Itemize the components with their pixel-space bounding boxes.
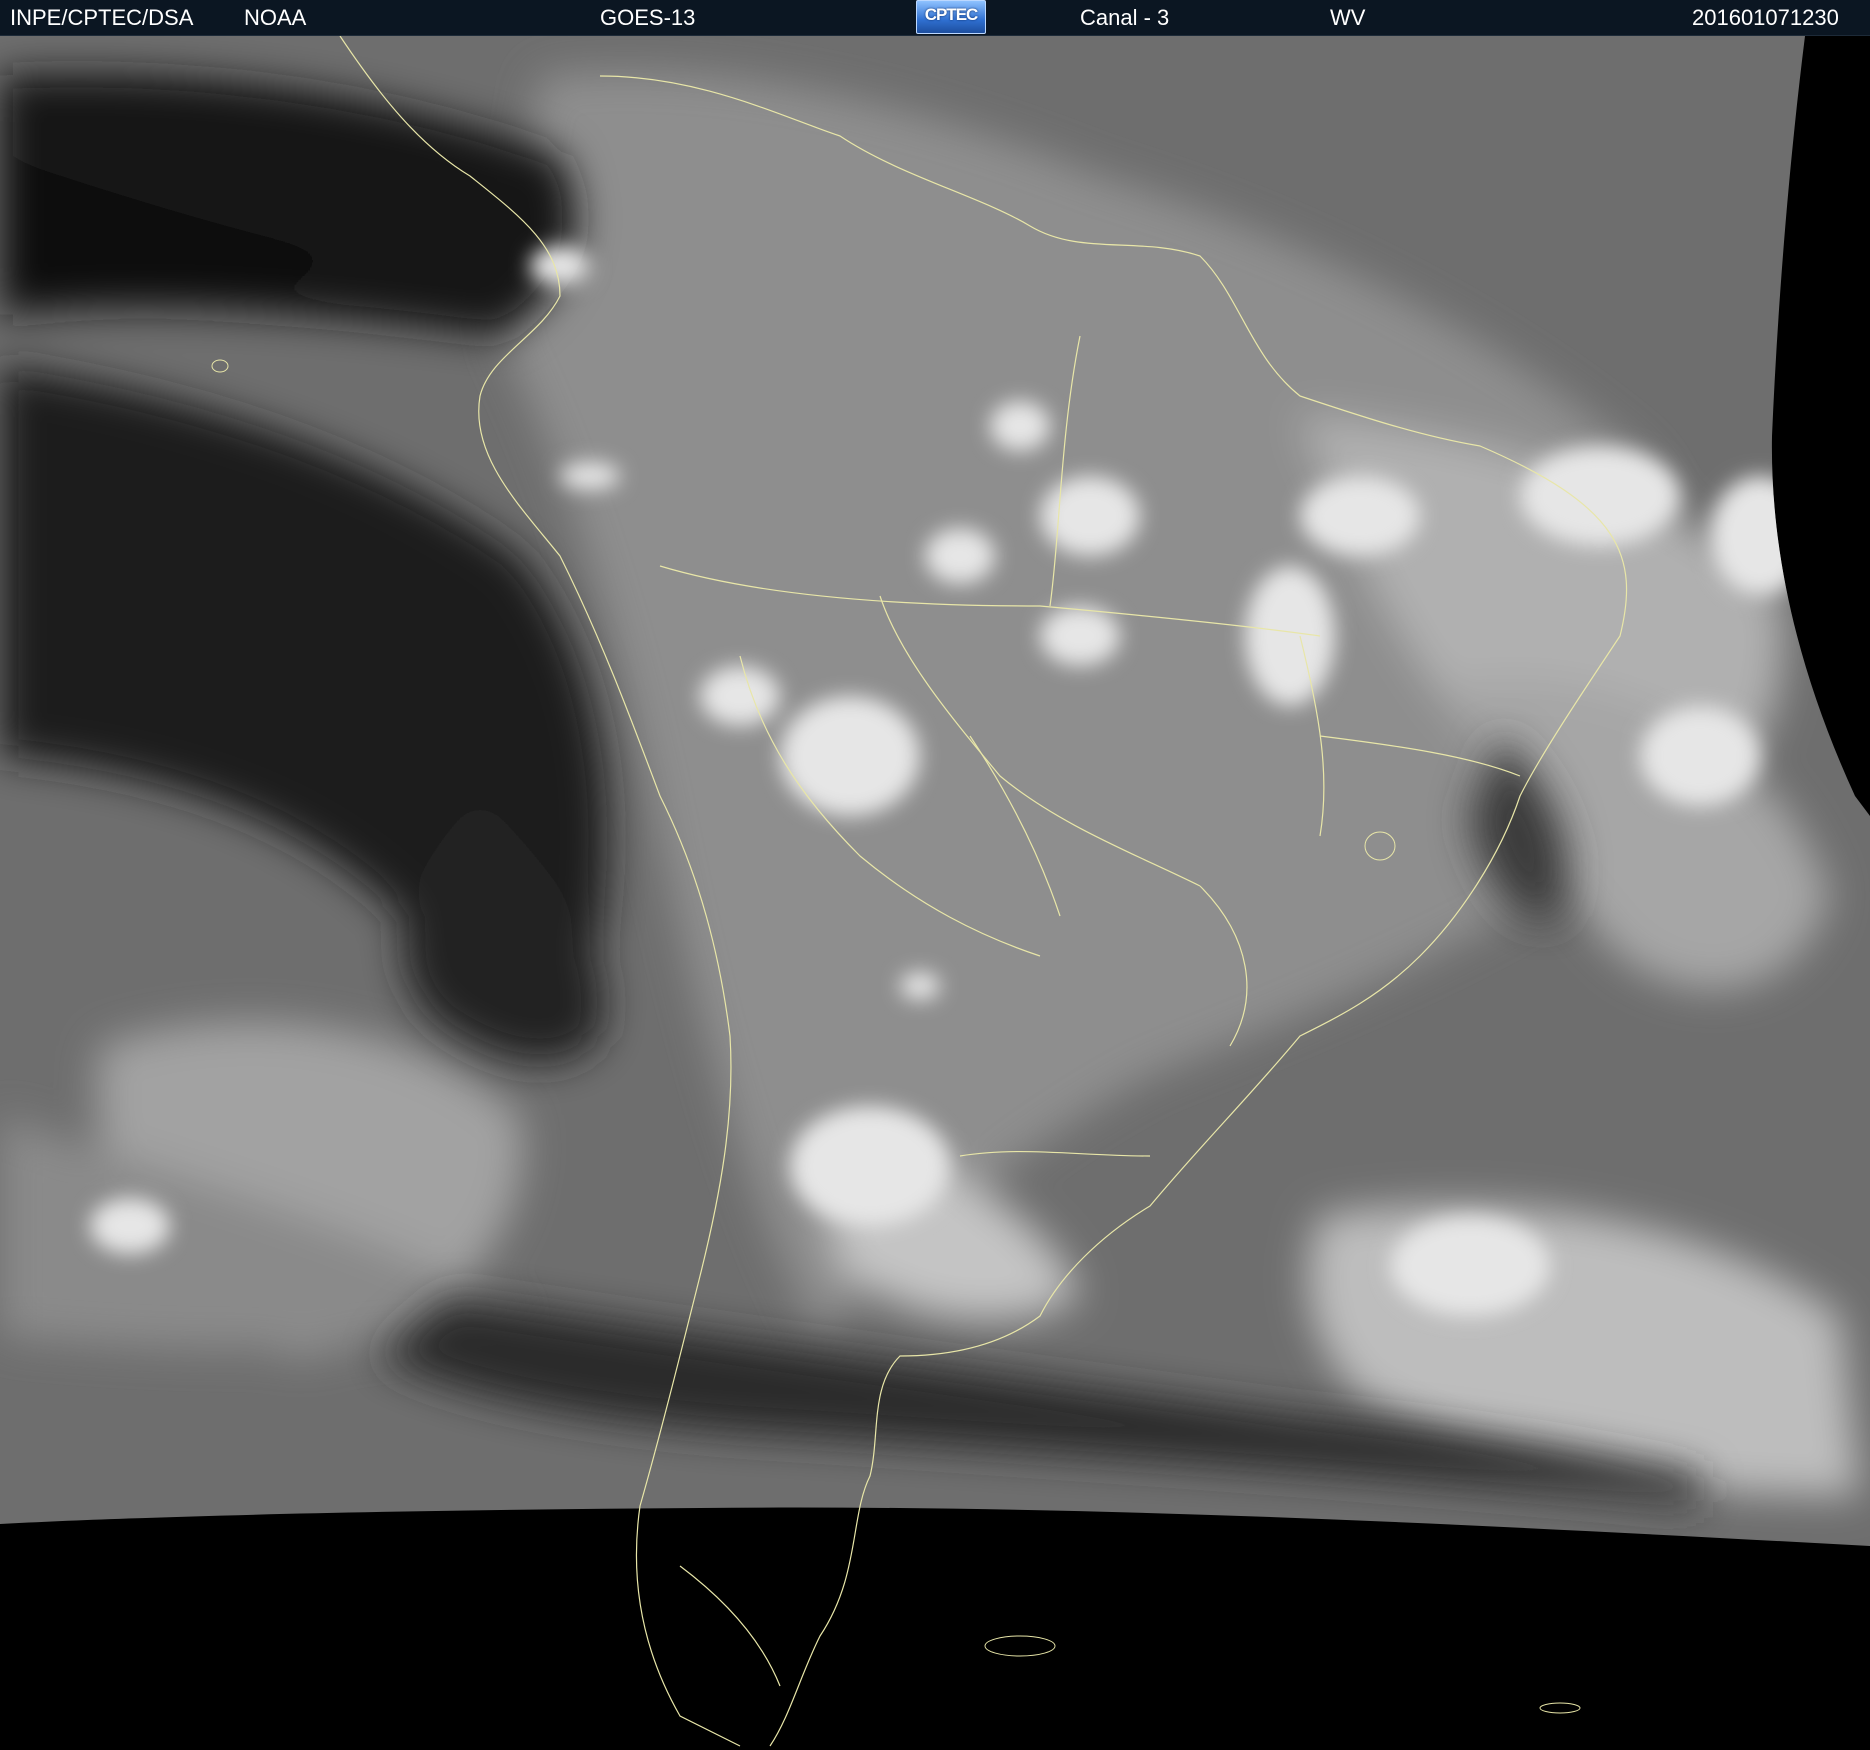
logo-text: CPTEC [924,5,979,24]
satellite-imagery-svg [0,36,1870,1750]
header-bar: INPE/CPTEC/DSA NOAA GOES-13 CPTEC Canal … [0,0,1870,36]
water-vapor-image [0,36,1870,1750]
channel-label: Canal - 3 [1080,5,1170,30]
earth-disk [0,36,1870,1546]
agency-label: INPE/CPTEC/DSA [10,5,194,30]
provider-label: NOAA [244,5,307,30]
satellite-label: GOES-13 [600,5,696,30]
cptec-logo: CPTEC [916,0,986,34]
band-label: WV [1330,5,1366,30]
timestamp-label: 201601071230 [1692,5,1839,30]
